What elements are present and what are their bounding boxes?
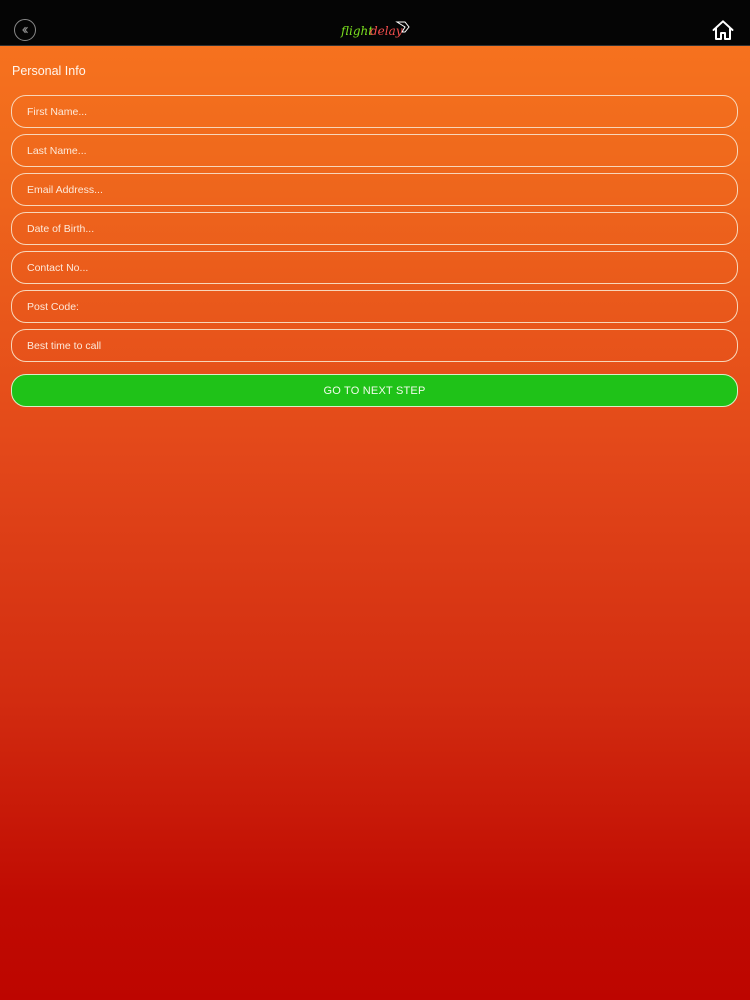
email-field[interactable]	[11, 173, 738, 206]
personal-info-title: Personal Info	[12, 64, 86, 78]
contact-number-field[interactable]	[11, 251, 738, 284]
logo-text-primary: flight	[340, 24, 373, 38]
home-button[interactable]	[711, 19, 735, 41]
post-code-field[interactable]	[11, 290, 738, 323]
date-of-birth-field[interactable]	[11, 212, 738, 245]
logo-text-secondary: delay	[370, 24, 403, 38]
last-name-field[interactable]	[11, 134, 738, 167]
chevron-left-icon	[22, 26, 28, 34]
go-to-next-step-button[interactable]: GO TO NEXT STEP	[11, 374, 738, 407]
top-navigation-bar: flight delay	[0, 0, 750, 46]
home-icon	[712, 20, 734, 40]
best-time-to-call-field[interactable]	[11, 329, 738, 362]
first-name-field[interactable]	[11, 95, 738, 128]
app-logo: flight delay	[339, 18, 413, 42]
personal-info-form: GO TO NEXT STEP	[11, 95, 739, 407]
back-button[interactable]	[14, 19, 36, 41]
